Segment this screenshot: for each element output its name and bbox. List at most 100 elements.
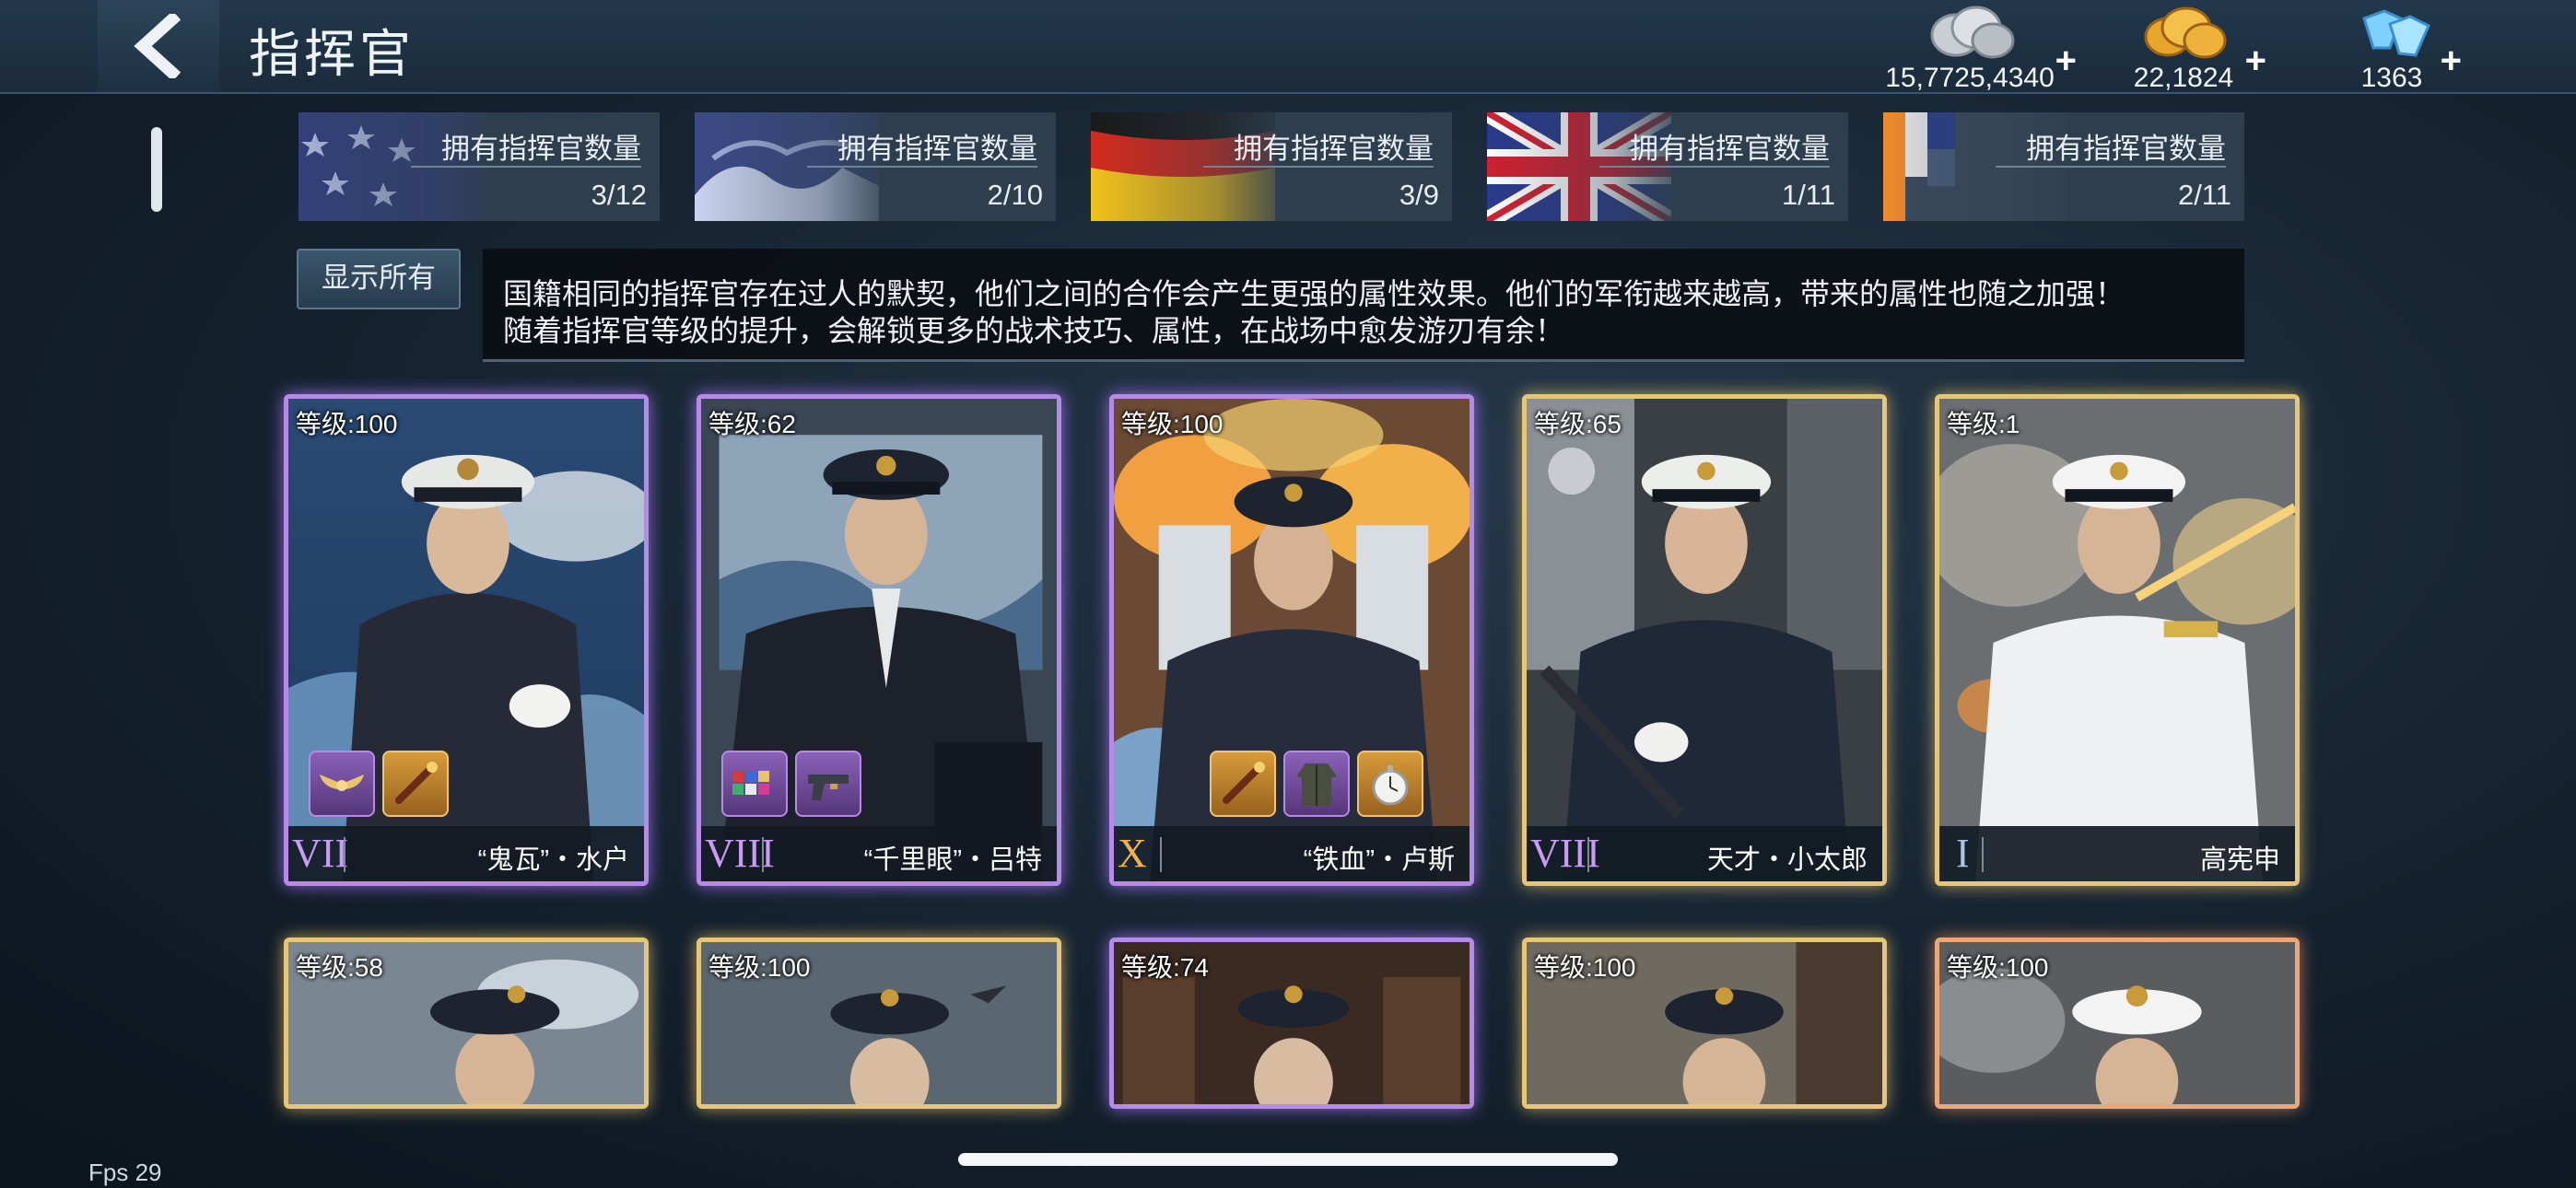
fps-counter: Fps 29: [88, 1159, 162, 1186]
commander-card-mito[interactable]: 等级:100 VII “鬼瓦”・水户: [284, 394, 649, 886]
commander-card[interactable]: 等级:58: [284, 938, 649, 1109]
gold-coins-icon: [2144, 6, 2227, 59]
gold-currency[interactable]: 22,1824 +: [2119, 6, 2266, 93]
nation-count: 3/12: [591, 179, 647, 211]
equipment-slots: [1210, 751, 1423, 817]
divider: [344, 837, 345, 872]
back-button[interactable]: [98, 0, 219, 92]
home-indicator[interactable]: [958, 1153, 1618, 1166]
info-line-2: 随着指挥官等级的提升，会解锁更多的战术技巧、属性，在战场中愈发游刃有余！: [503, 314, 1565, 347]
top-bar: 指挥官 15,7725,4340 + 22,1824 + 1363 +: [0, 0, 2576, 94]
divider: [1982, 837, 1984, 872]
nation-count: 1/11: [1781, 179, 1835, 211]
equipment-slot[interactable]: [309, 751, 375, 817]
commander-namebar: I 高宪申: [1939, 826, 2295, 881]
equipment-slot[interactable]: [1357, 751, 1423, 817]
baton-icon: [395, 762, 438, 804]
commander-card[interactable]: 等级:100: [1522, 938, 1887, 1109]
page-title: 指挥官: [249, 25, 415, 83]
pistol-icon: [808, 775, 849, 800]
nation-tab-japan[interactable]: 拥有指挥官数量 2/10: [695, 112, 1056, 221]
equipment-slots: [309, 751, 449, 817]
pocket-watch-icon: [1372, 765, 1409, 806]
nation-count: 2/11: [2177, 179, 2231, 211]
commander-rank: VII: [292, 831, 349, 876]
commander-namebar: VIII 天才・小太郎: [1527, 826, 1882, 881]
divider: [762, 837, 764, 872]
nation-label: 拥有指挥官数量: [837, 133, 1037, 165]
gold-amount: 22,1824: [2133, 63, 2234, 93]
commander-name: “铁血”・卢斯: [1303, 845, 1455, 875]
back-arrow-icon: [134, 14, 181, 78]
commander-namebar: VII “鬼瓦”・水户: [288, 826, 644, 881]
equipment-slot[interactable]: [1210, 751, 1276, 817]
baton-icon: [1223, 762, 1265, 804]
medal-ribbons-icon: [732, 771, 769, 795]
commander-name: 高宪申: [2199, 845, 2280, 875]
equipment-slot[interactable]: [721, 751, 788, 817]
commander-name: “鬼瓦”・水户: [477, 845, 629, 875]
nation-tab-usa[interactable]: 拥有指挥官数量 3/12: [299, 112, 660, 221]
commander-card-lutjens[interactable]: 等级:62 VIII “千里眼”・吕特: [697, 394, 1061, 886]
commander-rank: VIII: [705, 831, 775, 876]
nation-tab-germany[interactable]: 拥有指挥官数量 3/9: [1091, 112, 1452, 221]
divider: [1996, 166, 2226, 168]
commander-card[interactable]: 等级:100: [1935, 938, 2300, 1109]
commander-level: 等级:100: [1947, 953, 2049, 982]
commander-level: 等级:65: [1534, 410, 1622, 438]
silver-currency[interactable]: 15,7725,4340 +: [1868, 6, 2077, 93]
side-scroll-handle[interactable]: [151, 127, 162, 212]
diamond-icon: [2362, 9, 2430, 57]
commander-name: 天才・小太郎: [1706, 845, 1868, 875]
commander-portrait: [1939, 399, 2295, 881]
silver-coins-icon: [1930, 6, 2015, 59]
equipment-slot[interactable]: [1283, 751, 1350, 817]
commander-name: “千里眼”・吕特: [863, 845, 1042, 875]
commander-card-kotaro[interactable]: 等级:65 VIII 天才・小太郎: [1522, 394, 1887, 886]
equipment-slot[interactable]: [795, 751, 861, 817]
commander-level: 等级:100: [296, 410, 398, 438]
commander-rank: VIII: [1530, 831, 1600, 876]
equipment-slots: [721, 751, 861, 817]
nation-count: 3/9: [1399, 179, 1439, 211]
commander-rank: X: [1118, 831, 1147, 876]
divider: [411, 166, 641, 168]
divider: [1160, 837, 1162, 872]
commander-level: 等级:74: [1121, 953, 1209, 982]
nation-count: 2/10: [987, 179, 1043, 211]
nation-label: 拥有指挥官数量: [1234, 133, 1434, 165]
commander-namebar: VIII “千里眼”・吕特: [701, 826, 1057, 881]
commander-level: 等级:100: [1121, 410, 1224, 438]
commander-level: 等级:100: [1534, 953, 1636, 982]
commander-level: 等级:62: [708, 410, 796, 438]
commander-rank: I: [1956, 831, 1970, 876]
diamond-currency[interactable]: 1363 +: [2336, 6, 2462, 93]
add-diamond-button[interactable]: +: [2441, 41, 2462, 82]
commander-card-luth[interactable]: 等级:100 X “铁血”・卢斯: [1109, 394, 1474, 886]
commander-level: 等级:100: [708, 953, 811, 982]
commander-level: 等级:1: [1947, 410, 2020, 438]
commander-portrait: [1527, 399, 1882, 881]
silver-amount: 15,7725,4340: [1885, 63, 2055, 93]
nation-label: 拥有指挥官数量: [2026, 133, 2226, 165]
nation-tab-uk[interactable]: 拥有指挥官数量 1/11: [1487, 112, 1848, 221]
nation-label: 拥有指挥官数量: [441, 133, 641, 165]
add-gold-button[interactable]: +: [2245, 41, 2266, 82]
equipment-slot[interactable]: [382, 751, 449, 817]
nation-label: 拥有指挥官数量: [1630, 133, 1830, 165]
divider: [1599, 166, 1830, 168]
commander-namebar: X “铁血”・卢斯: [1114, 826, 1469, 881]
add-silver-button[interactable]: +: [2055, 41, 2077, 82]
commander-card-gao[interactable]: 等级:1 I 高宪申: [1935, 394, 2300, 886]
show-all-button[interactable]: 显示所有: [297, 249, 461, 309]
divider: [807, 166, 1037, 168]
nation-tab-other[interactable]: 拥有指挥官数量 2/11: [1883, 112, 2244, 221]
wings-badge-icon: [320, 775, 364, 791]
uniform-icon: [1296, 763, 1337, 806]
nation-bonus-info: 国籍相同的指挥官存在过人的默契，他们之间的合作会产生更强的属性效果。他们的军衔越…: [483, 249, 2244, 362]
commander-card[interactable]: 等级:100: [697, 938, 1061, 1109]
commander-card[interactable]: 等级:74: [1109, 938, 1474, 1109]
divider: [1587, 837, 1589, 872]
commander-level: 等级:58: [296, 953, 383, 982]
divider: [1203, 166, 1434, 168]
